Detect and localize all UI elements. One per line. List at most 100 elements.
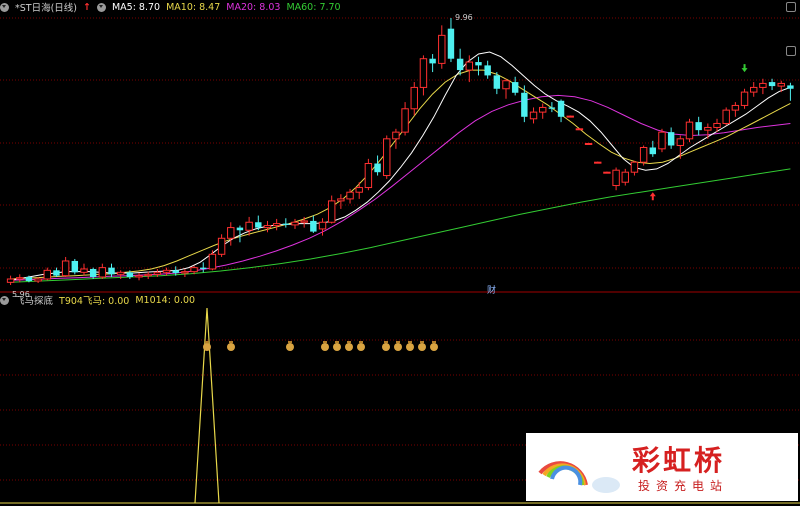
candle-body-down — [53, 270, 60, 276]
candle-body-up — [603, 171, 611, 174]
candle-body-down — [447, 28, 455, 59]
candle-body-up — [217, 237, 226, 255]
candle-body-up — [529, 111, 538, 120]
candle-body-down — [511, 82, 519, 93]
candle-body-up — [419, 58, 428, 88]
candle-body-down — [108, 267, 115, 275]
candle-body-up — [502, 80, 510, 90]
money-bag-icon — [357, 343, 365, 351]
candle-body-down — [493, 75, 501, 89]
financial-report-marker: 财 — [487, 284, 496, 296]
candle-body-up — [355, 187, 363, 193]
ma60-line — [10, 168, 791, 283]
candle-body-down — [71, 260, 79, 273]
candle-body-up — [144, 273, 152, 277]
low-price-label: 5.96 — [12, 290, 30, 299]
candle-body-up — [364, 163, 373, 189]
candle-body-up — [731, 104, 740, 111]
sell-arrow-icon — [741, 64, 748, 73]
candle-body-up — [263, 225, 272, 229]
money-bag-icon — [333, 343, 341, 351]
watermark-subtitle: 投资充电站 — [638, 479, 729, 493]
candle-body-up — [759, 82, 767, 88]
candle-body-up — [135, 275, 143, 278]
candle-body-up — [162, 269, 171, 273]
money-bag-icon — [286, 343, 294, 351]
candle-body-up — [337, 198, 345, 202]
candle-body-down — [548, 107, 556, 109]
money-bag-tie — [408, 341, 412, 343]
candle-body-down — [429, 58, 436, 64]
watermark-name: 彩虹桥 — [632, 444, 726, 477]
candle-body-down — [172, 270, 179, 273]
candle-body-up — [722, 109, 730, 124]
ma5-line — [10, 51, 791, 281]
candle-body-up — [630, 161, 639, 173]
money-bag-tie — [396, 341, 400, 343]
candle-body-up — [346, 191, 354, 200]
buy-arrow-icon — [649, 192, 656, 201]
money-bag-icon — [430, 343, 438, 351]
candle-body-down — [557, 100, 565, 117]
candle-body-up — [245, 221, 253, 231]
money-bag-tie — [432, 341, 436, 343]
rainbow-icon — [538, 461, 620, 493]
candle-body-up — [594, 161, 602, 164]
candle-body-down — [89, 268, 97, 277]
candle-body-up — [383, 138, 391, 177]
candle-body-down — [475, 62, 482, 66]
ma10-line — [10, 69, 791, 280]
candle-body-up — [584, 142, 593, 145]
candle-body-down — [25, 276, 33, 281]
candle-body-down — [521, 92, 528, 117]
money-bag-tie — [359, 341, 363, 343]
candle-body-up — [410, 86, 418, 110]
candle-body-down — [484, 65, 491, 76]
candle-body-up — [401, 108, 409, 133]
candle-body-up — [318, 221, 327, 230]
candle-body-down — [374, 163, 381, 173]
candle-body-down — [456, 58, 464, 71]
money-bag-icon — [345, 343, 353, 351]
money-bag-tie — [229, 341, 233, 343]
money-bag-tie — [335, 341, 339, 343]
money-bag-icon — [394, 343, 402, 351]
candle-body-up — [538, 106, 547, 113]
candle-body-up — [16, 277, 24, 280]
signal-spike-line — [194, 307, 220, 504]
candle-body-up — [750, 86, 758, 93]
candle-body-up — [190, 267, 198, 273]
candle-body-down — [310, 220, 317, 232]
candle-body-down — [649, 147, 657, 155]
money-bag-icon — [418, 343, 426, 351]
candle-body-up — [181, 271, 189, 274]
candle-body-up — [98, 267, 107, 278]
candle-body-up — [34, 278, 42, 282]
candle-body-up — [566, 115, 574, 118]
kline-chart[interactable]: 9.96 5.96 财 — [0, 0, 800, 506]
money-bag-icon — [382, 343, 390, 351]
candle-body-up — [777, 82, 785, 87]
money-bag-icon — [227, 343, 235, 351]
watermark-logo: 彩虹桥 投资充电站 — [526, 433, 798, 501]
money-bag-icon — [406, 343, 414, 351]
candle-body-up — [658, 131, 666, 150]
candle-body-up — [61, 260, 70, 277]
candle-body-up — [704, 126, 712, 131]
high-price-label: 9.96 — [455, 13, 473, 22]
candle-body-up — [713, 122, 721, 128]
candle-body-up — [208, 253, 217, 270]
candle-body-up — [740, 91, 749, 106]
candle-body-down — [282, 223, 290, 225]
money-bag-icon — [203, 343, 211, 351]
candle-body-up — [438, 34, 446, 64]
candle-body-down — [667, 132, 675, 146]
candle-body-down — [236, 227, 244, 231]
candle-body-down — [787, 85, 794, 89]
money-bag-tie — [205, 341, 209, 343]
candle-body-up — [392, 131, 400, 140]
candle-body-down — [695, 122, 702, 131]
money-bag-tie — [347, 341, 351, 343]
candle-body-up — [6, 278, 15, 283]
candle-body-up — [153, 271, 162, 275]
